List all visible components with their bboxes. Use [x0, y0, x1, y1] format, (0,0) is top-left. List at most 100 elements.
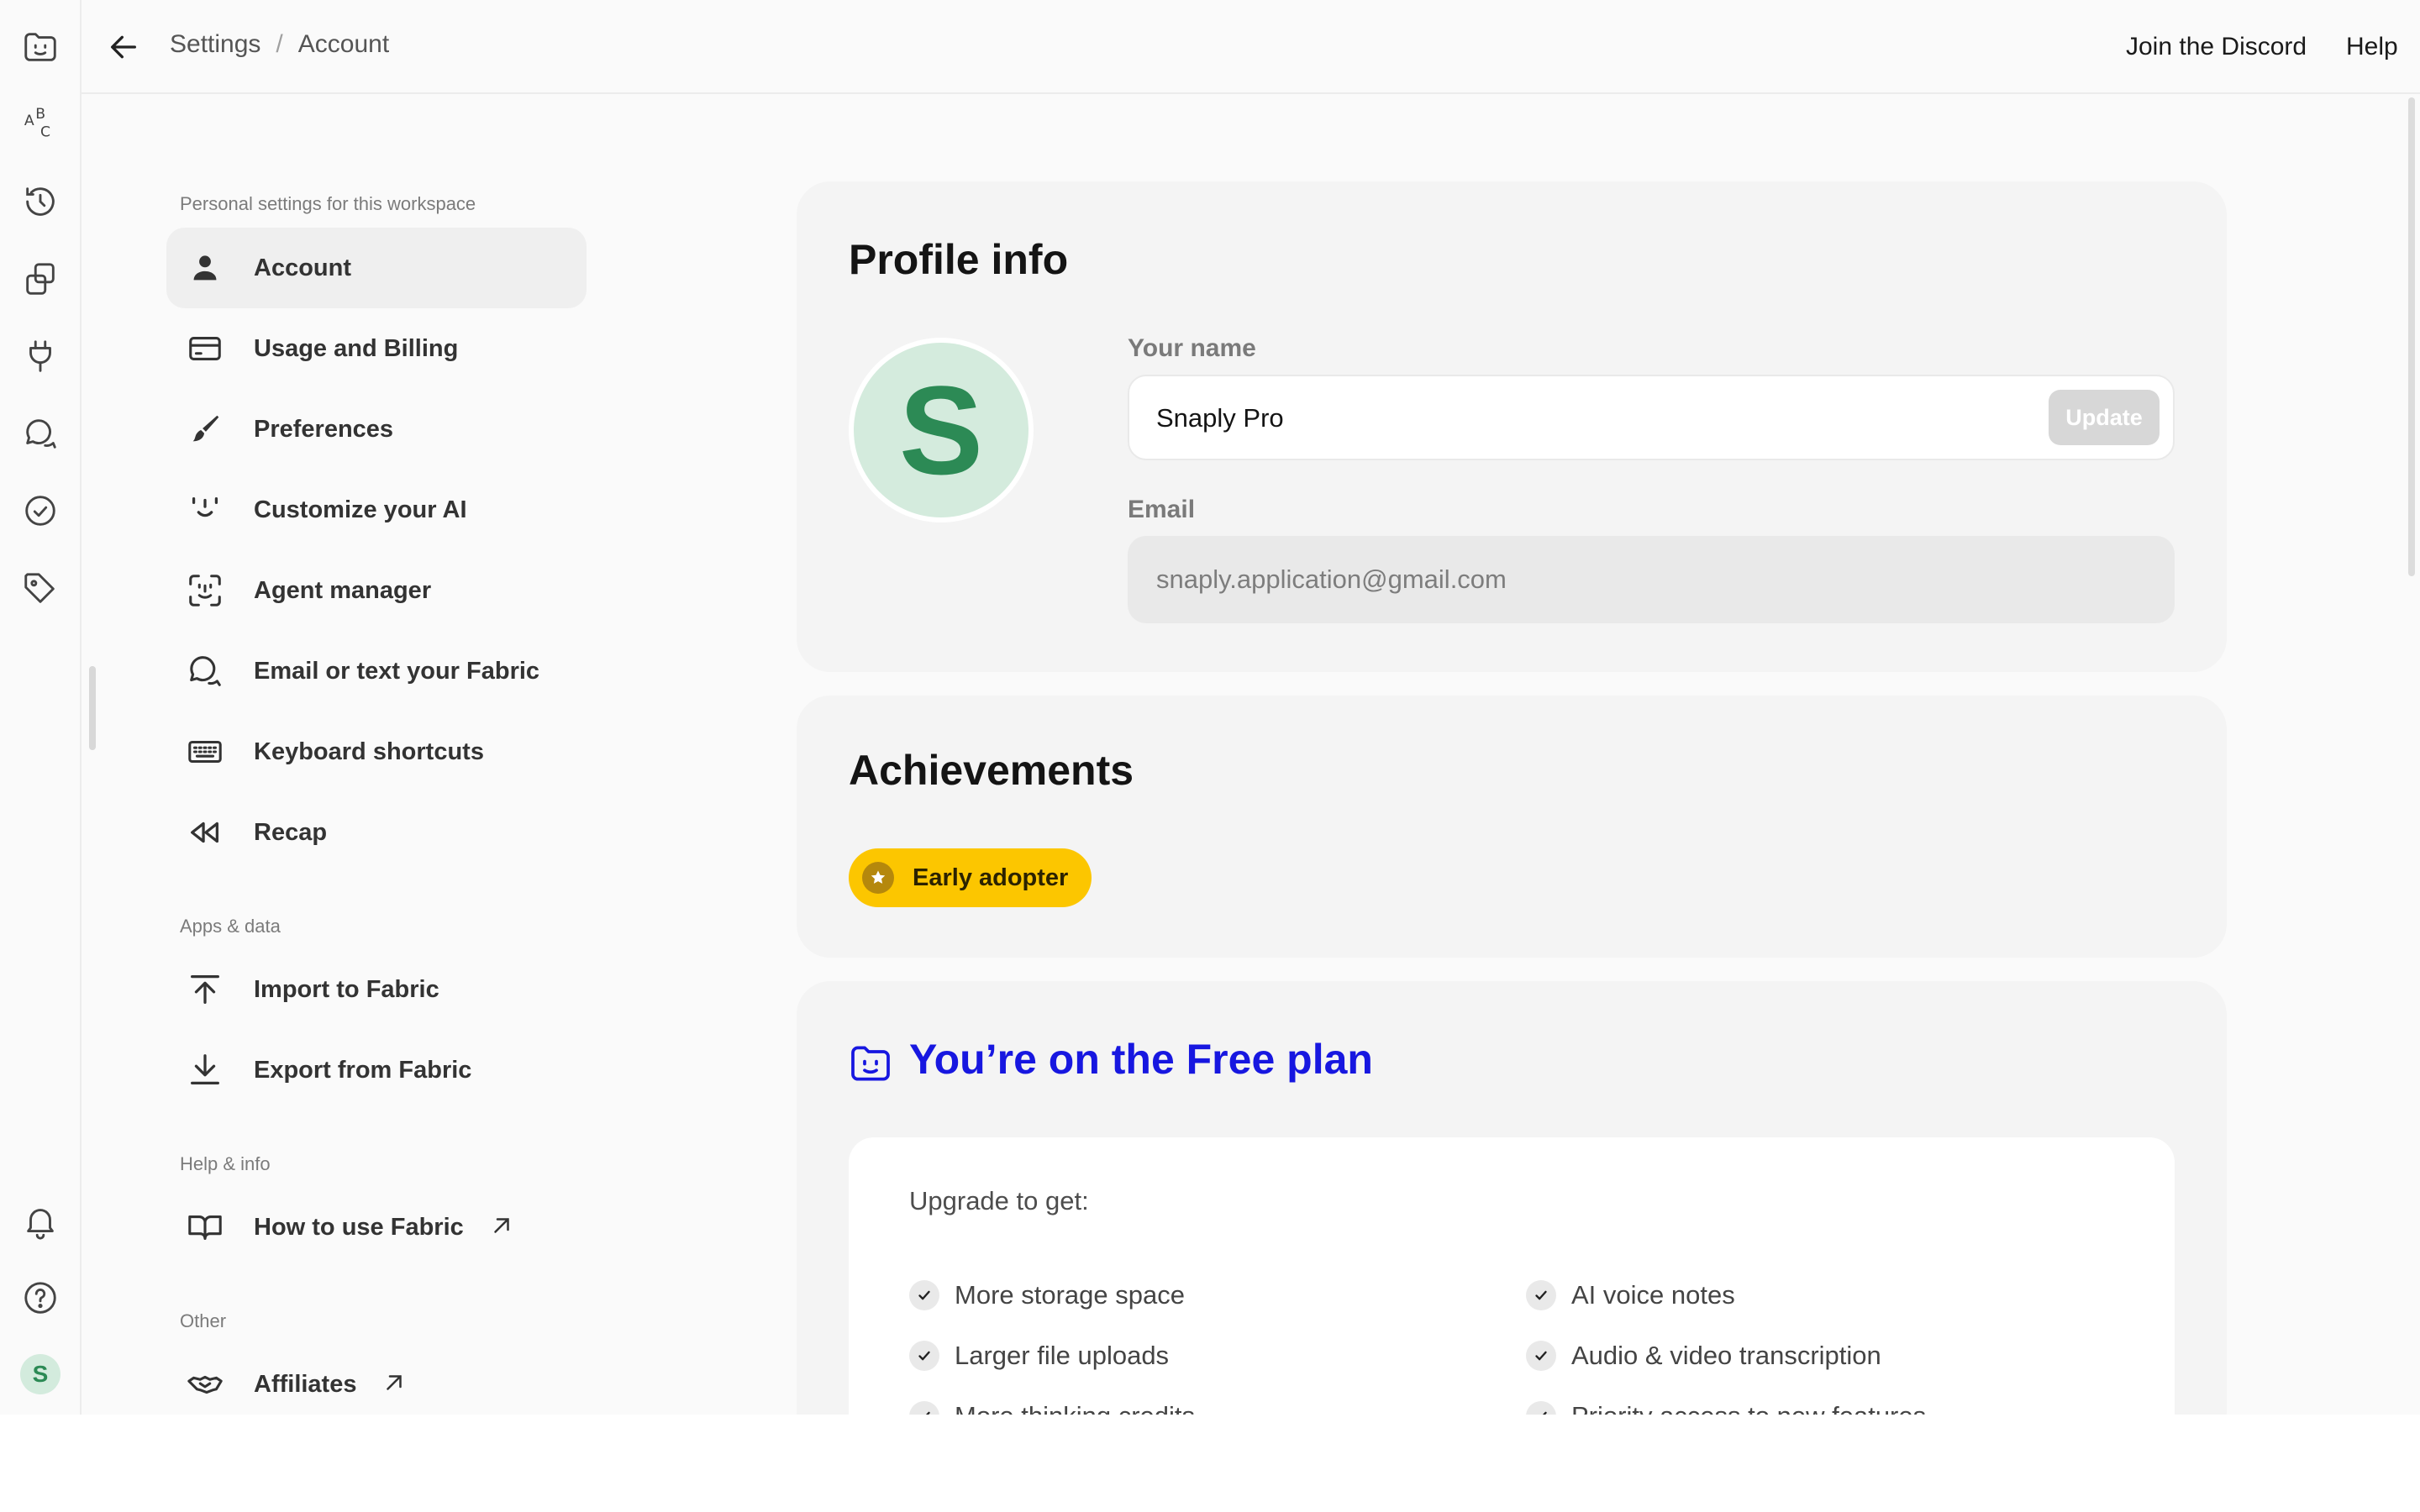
- feature-item: Priority access to new features: [1526, 1401, 1926, 1415]
- icon-rail: ABC S: [0, 0, 82, 1415]
- keyboard-icon: [185, 732, 225, 772]
- upgrade-box: Upgrade to get: More storage space Large…: [849, 1137, 2175, 1415]
- feature-label: Larger file uploads: [955, 1341, 1170, 1370]
- nav-label-email-text: Email or text your Fabric: [254, 657, 540, 685]
- fabric-logo-icon: [851, 1046, 890, 1081]
- profile-card: Profile info S Your name Update Email sn…: [797, 181, 2227, 672]
- email-label: Email: [1128, 496, 1196, 523]
- chat-bubbles-icon: [185, 651, 225, 691]
- profile-avatar-letter: S: [854, 343, 1028, 517]
- checkmark-icon: [909, 1401, 939, 1415]
- user-avatar[interactable]: S: [20, 1354, 60, 1394]
- help-icon[interactable]: [17, 1274, 64, 1321]
- app-window: ABC S Settings / Account Join the Discor…: [0, 0, 2420, 1415]
- feature-label: AI voice notes: [1571, 1280, 1735, 1310]
- breadcrumb-account: Account: [297, 30, 390, 58]
- content-scrollbar[interactable]: [2408, 97, 2415, 576]
- how-to-use-text: How to use Fabric: [254, 1214, 464, 1241]
- sidebar-resize-handle[interactable]: [89, 666, 96, 750]
- checkmark-icon: [1526, 1341, 1556, 1371]
- svg-text:C: C: [40, 123, 50, 140]
- feature-item: AI voice notes: [1526, 1280, 1735, 1310]
- early-adopter-badge[interactable]: Early adopter: [849, 848, 1092, 907]
- checkmark-icon: [1526, 1401, 1556, 1415]
- section-label-apps: Apps & data: [180, 916, 281, 937]
- profile-title: Profile info: [849, 236, 1069, 283]
- agent-face-icon: [185, 570, 225, 611]
- nav-label-recap: Recap: [254, 818, 328, 846]
- nav-label-usage-billing: Usage and Billing: [254, 334, 459, 362]
- affiliates-text: Affiliates: [254, 1371, 357, 1398]
- nav-item-import[interactable]: Import to Fabric: [166, 949, 587, 1030]
- nav-item-affiliates[interactable]: Affiliates: [166, 1344, 587, 1415]
- star-icon: [862, 862, 894, 894]
- badge-label: Early adopter: [913, 864, 1069, 891]
- top-bar: Settings / Account Join the Discord Help: [82, 0, 2420, 94]
- window-bottom-area: [0, 1415, 2420, 1512]
- section-label-personal: Personal settings for this workspace: [180, 193, 476, 214]
- feature-label: More storage space: [955, 1280, 1185, 1310]
- feature-item: Audio & video transcription: [1526, 1341, 1881, 1371]
- copy-icon[interactable]: [17, 255, 64, 302]
- nav-item-account[interactable]: Account: [166, 228, 587, 308]
- checkmark-icon: [909, 1280, 939, 1310]
- breadcrumb-separator: /: [276, 30, 283, 58]
- nav-item-export[interactable]: Export from Fabric: [166, 1030, 587, 1110]
- bell-icon[interactable]: [17, 1198, 64, 1245]
- fabric-logo-icon[interactable]: [17, 24, 64, 71]
- update-button[interactable]: Update: [2049, 390, 2160, 445]
- nav-item-email-text[interactable]: Email or text your Fabric: [166, 631, 587, 711]
- person-icon: [185, 248, 225, 288]
- feature-item: Larger file uploads: [909, 1341, 1169, 1371]
- nav-item-recap[interactable]: Recap: [166, 792, 587, 873]
- plug-icon[interactable]: [17, 333, 64, 380]
- email-field: snaply.application@gmail.com: [1128, 536, 2175, 623]
- download-icon: [185, 1050, 225, 1090]
- achievements-card: Achievements Early adopter: [797, 696, 2227, 958]
- name-input[interactable]: [1156, 398, 1996, 438]
- help-link[interactable]: Help: [2336, 24, 2408, 71]
- brush-icon: [185, 409, 225, 449]
- abc-icon[interactable]: ABC: [17, 100, 64, 147]
- external-link-icon: [494, 1218, 509, 1233]
- name-label: Your name: [1128, 334, 1256, 362]
- breadcrumb-settings[interactable]: Settings: [170, 30, 260, 59]
- feature-label: Priority access to new features: [1571, 1401, 1926, 1415]
- external-link-icon: [387, 1375, 402, 1390]
- feature-item: More thinking credits: [909, 1401, 1195, 1415]
- join-discord-link[interactable]: Join the Discord: [2116, 24, 2317, 71]
- nav-label-affiliates: Affiliates: [254, 1370, 407, 1399]
- plan-title: You’re on the Free plan: [909, 1036, 1373, 1083]
- nav-label-account: Account: [254, 254, 351, 281]
- check-circle-icon[interactable]: [17, 487, 64, 534]
- rewind-icon: [185, 812, 225, 853]
- achievements-title: Achievements: [849, 747, 1134, 794]
- feature-label: More thinking credits: [955, 1401, 1195, 1415]
- tag-icon[interactable]: [17, 565, 64, 612]
- plan-card: You’re on the Free plan Upgrade to get: …: [797, 981, 2227, 1415]
- nav-item-usage-billing[interactable]: Usage and Billing: [166, 308, 587, 389]
- section-label-other: Other: [180, 1310, 227, 1331]
- back-button[interactable]: [100, 24, 147, 71]
- checkmark-icon: [909, 1341, 939, 1371]
- nav-label-keyboard-shortcuts: Keyboard shortcuts: [254, 738, 484, 765]
- nav-item-preferences[interactable]: Preferences: [166, 389, 587, 470]
- handshake-icon: [185, 1364, 225, 1404]
- nav-label-preferences: Preferences: [254, 415, 394, 443]
- profile-avatar[interactable]: S: [849, 338, 1034, 522]
- history-icon[interactable]: [17, 178, 64, 225]
- credit-card-icon: [185, 328, 225, 369]
- chat-icon[interactable]: [17, 410, 64, 457]
- nav-item-how-to-use[interactable]: How to use Fabric: [166, 1187, 587, 1268]
- checkmark-icon: [1526, 1280, 1556, 1310]
- section-label-help: Help & info: [180, 1153, 271, 1174]
- email-value: snaply.application@gmail.com: [1156, 564, 1507, 594]
- smile-icon: [185, 490, 225, 530]
- name-field[interactable]: Update: [1128, 375, 2175, 460]
- svg-text:A: A: [24, 113, 34, 129]
- nav-item-keyboard-shortcuts[interactable]: Keyboard shortcuts: [166, 711, 587, 792]
- nav-label-agent-manager: Agent manager: [254, 576, 432, 604]
- nav-item-agent-manager[interactable]: Agent manager: [166, 550, 587, 631]
- nav-item-customize-ai[interactable]: Customize your AI: [166, 470, 587, 550]
- book-icon: [185, 1207, 225, 1247]
